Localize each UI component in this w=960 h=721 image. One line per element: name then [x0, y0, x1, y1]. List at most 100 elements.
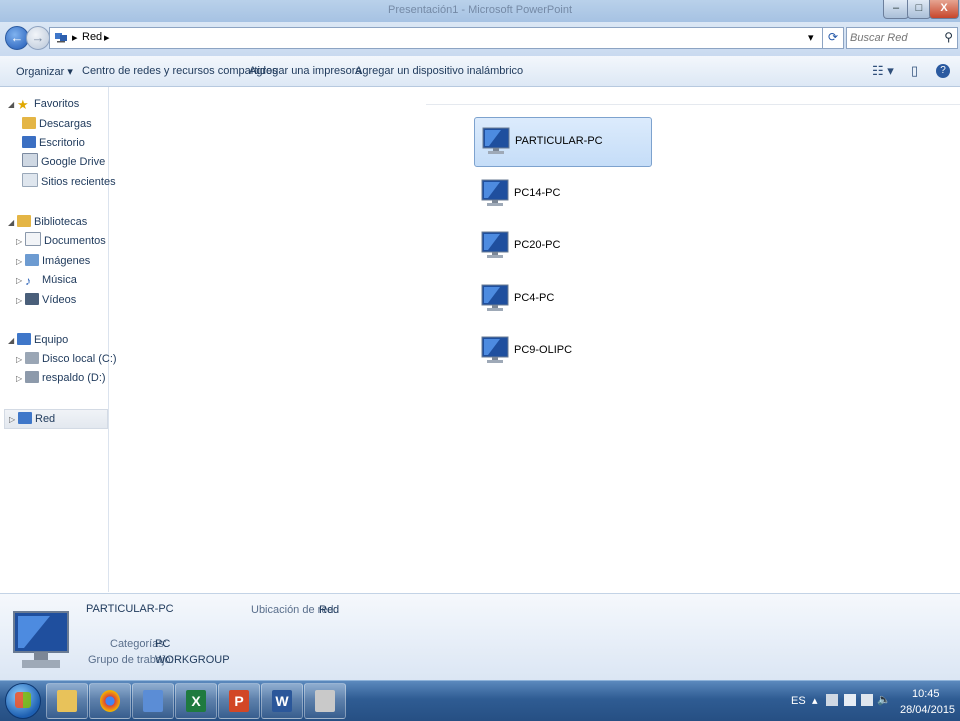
nav-computer[interactable]: ◢ Equipo [8, 331, 68, 349]
collapsed-arrow-icon[interactable]: ▷ [16, 272, 25, 290]
nav-item-respaldo[interactable]: ▷ respaldo (D:) [16, 369, 106, 387]
breadcrumb-separator-icon: ▸ [72, 32, 78, 44]
search-icon[interactable]: ⚲ [944, 30, 953, 44]
breadcrumb-chevron-icon[interactable]: ▸ [104, 31, 110, 44]
taskbar-network-app[interactable] [132, 683, 174, 719]
network-drive-icon [25, 371, 39, 383]
expanded-arrow-icon[interactable]: ◢ [8, 332, 17, 350]
start-button[interactable] [5, 683, 41, 719]
network-item-label: PARTICULAR-PC [515, 135, 603, 147]
taskbar-excel[interactable]: X [175, 683, 217, 719]
expanded-arrow-icon[interactable]: ◢ [8, 96, 17, 114]
clock-date[interactable]: 28/04/2015 [900, 704, 955, 716]
nav-item-escritorio[interactable]: Escritorio [22, 134, 85, 152]
maximize-button[interactable]: □ [907, 0, 931, 19]
blank-area [116, 88, 426, 460]
collapsed-arrow-icon[interactable]: ▷ [16, 233, 25, 251]
add-wireless-device-button[interactable]: Agregar un dispositivo inalámbrico [355, 65, 523, 77]
organize-label: Organizar [16, 66, 65, 78]
network-item-pc9-olipc[interactable]: PC9-OLIPC [474, 327, 650, 375]
computer-monitor-icon [480, 178, 510, 208]
collapsed-arrow-icon[interactable]: ▷ [9, 411, 18, 429]
close-button[interactable]: X [929, 0, 959, 19]
paint-icon [315, 690, 335, 712]
volume-icon[interactable]: 🔈 [877, 693, 891, 706]
taskbar-explorer[interactable] [46, 683, 88, 719]
nav-item-videos[interactable]: ▷ Vídeos [16, 291, 76, 309]
search-box[interactable]: ⚲ [846, 27, 958, 49]
details-location-value: Red [319, 604, 340, 616]
network-tray-icon[interactable] [844, 694, 856, 706]
details-title: PARTICULAR-PC [86, 603, 174, 615]
collapsed-arrow-icon[interactable]: ▷ [16, 292, 25, 310]
pictures-icon [25, 254, 39, 266]
nav-item-documentos[interactable]: ▷ Documentos [16, 232, 106, 250]
nav-item-label: Vídeos [42, 294, 77, 306]
network-item-pc20-pc[interactable]: PC20-PC [474, 222, 650, 270]
nav-libraries-label: Bibliotecas [34, 216, 88, 228]
taskbar-chrome[interactable] [89, 683, 131, 719]
network-item-pc14-pc[interactable]: PC14-PC [474, 170, 650, 218]
help-icon[interactable]: ? [936, 64, 950, 78]
refresh-button[interactable]: ⟳ [822, 27, 844, 49]
title-bar[interactable]: Presentación1 - Microsoft PowerPoint – □… [0, 0, 960, 22]
chevron-down-icon: ▾ [67, 66, 73, 78]
nav-favorites[interactable]: ◢ ★ Favoritos [8, 95, 79, 113]
nav-item-descargas[interactable]: Descargas [22, 115, 92, 133]
view-options-icon[interactable]: ☷ ▾ [872, 63, 894, 79]
network-item-label: PC14-PC [514, 187, 561, 199]
taskbar-paint[interactable] [304, 683, 346, 719]
nav-item-label: Google Drive [41, 156, 106, 168]
word-icon: W [272, 690, 292, 712]
expanded-arrow-icon[interactable]: ◢ [8, 214, 17, 232]
nav-item-sitios-recientes[interactable]: Sitios recientes [22, 173, 116, 191]
computer-monitor-icon [481, 126, 511, 156]
collapsed-arrow-icon[interactable]: ▷ [16, 370, 25, 388]
nav-item-label: Escritorio [39, 137, 85, 149]
network-item-label: PC9-OLIPC [514, 344, 573, 356]
nav-network[interactable]: ▷ Red [4, 409, 108, 429]
libraries-icon [17, 215, 31, 227]
nav-item-musica[interactable]: ▷ ♪ Música [16, 271, 77, 289]
preview-pane-icon[interactable]: ▯ [911, 63, 918, 79]
network-item-label: PC20-PC [514, 239, 561, 251]
music-icon: ♪ [25, 274, 31, 288]
network-item-label: PC4-PC [514, 292, 555, 304]
computer-monitor-icon [480, 230, 510, 260]
add-printer-button[interactable]: Agregar una impresora [249, 65, 362, 77]
nav-item-disco-local[interactable]: ▷ Disco local (C:) [16, 350, 117, 368]
details-categories-value: PC [155, 638, 171, 650]
nav-item-label: Música [42, 274, 77, 286]
language-indicator[interactable]: ES [791, 695, 806, 707]
details-workgroup-value: WORKGROUP [155, 654, 230, 666]
network-item-particular-pc[interactable]: PARTICULAR-PC [474, 117, 652, 167]
taskbar-word[interactable]: W [261, 683, 303, 719]
address-dropdown-icon[interactable]: ▾ [808, 31, 814, 44]
nav-libraries[interactable]: ◢ Bibliotecas [8, 213, 87, 231]
search-input[interactable] [850, 30, 938, 45]
power-tray-icon[interactable] [861, 694, 873, 706]
show-hidden-icons-icon[interactable]: ▴ [812, 694, 818, 707]
excel-icon: X [186, 690, 206, 712]
organize-button[interactable]: Organizar ▾ [16, 65, 73, 78]
forward-button[interactable]: → [26, 26, 50, 50]
videos-icon [25, 293, 39, 305]
nav-item-label: Documentos [44, 235, 106, 247]
star-icon: ★ [17, 97, 29, 112]
address-bar[interactable]: ▸ Red ▸ ▾ [49, 27, 823, 49]
collapsed-arrow-icon[interactable]: ▷ [16, 253, 25, 271]
breadcrumb-red[interactable]: Red [82, 31, 102, 43]
command-bar: Organizar ▾ Centro de redes y recursos c… [0, 56, 960, 87]
back-arrow-icon: ← [10, 30, 24, 45]
nav-item-imagenes[interactable]: ▷ Imágenes [16, 252, 90, 270]
taskbar-powerpoint[interactable]: P [218, 683, 260, 719]
computer-icon [17, 333, 31, 345]
computer-monitor-icon [480, 335, 510, 365]
network-item-pc4-pc[interactable]: PC4-PC [474, 275, 650, 323]
collapsed-arrow-icon[interactable]: ▷ [16, 351, 25, 369]
nav-item-google-drive[interactable]: Google Drive [22, 153, 105, 171]
clock-time[interactable]: 10:45 [912, 688, 940, 700]
minimize-button[interactable]: – [883, 0, 909, 19]
chrome-icon [100, 690, 120, 712]
action-center-icon[interactable] [826, 694, 838, 706]
